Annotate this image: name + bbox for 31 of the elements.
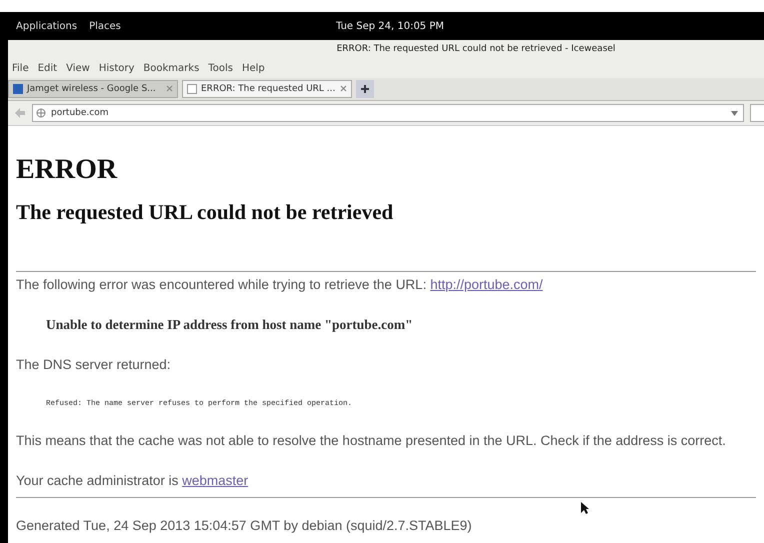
error-subheading: The requested URL could not be retrieved [16, 200, 394, 224]
explanation-text: This means that the cache was not able to resolve the hostname presented in the URL. Check if the address is correct. [16, 433, 727, 448]
tab[interactable]: Jamget wireless - Google S... [8, 80, 178, 98]
address-field[interactable]: portube.com [32, 104, 744, 122]
menu-item[interactable]: View [66, 62, 90, 74]
webmaster-link[interactable]: webmaster [182, 473, 248, 488]
error-heading: ERROR [16, 154, 118, 186]
menu-item[interactable]: Tools [208, 62, 233, 74]
search-field[interactable] [750, 104, 764, 122]
clock[interactable]: Tue Sep 24, 10:05 PM [336, 20, 444, 32]
dns-label: The DNS server returned: [16, 357, 172, 372]
plus-icon[interactable] [360, 84, 370, 94]
admin-text: Your cache administrator is webmaster [16, 473, 250, 488]
menu-item[interactable]: History [98, 62, 134, 74]
intro-text: The following error was encountered while trying to retrieve the URL: http://portube.com/ [16, 277, 544, 292]
url-link[interactable]: http://portube.com/ [430, 277, 543, 292]
menu-item[interactable]: File [12, 62, 29, 74]
menu-item[interactable]: Bookmarks [143, 62, 200, 74]
tab[interactable]: ERROR: The requested URL ... [182, 80, 352, 98]
menu-item[interactable]: Edit [38, 62, 58, 74]
back-arrow-icon[interactable] [14, 107, 26, 119]
footer-text: Generated Tue, 24 Sep 2013 15:04:57 GMT by debian (squid/2.7.STABLE9) [16, 518, 473, 533]
page-icon [13, 84, 23, 94]
page-icon [187, 84, 197, 94]
panel-menu[interactable]: Places [89, 20, 121, 32]
menu-item[interactable]: Help [242, 62, 265, 74]
window-title: ERROR: The requested URL could not be retrieved - Iceweasel [336, 44, 616, 54]
dropdown-icon[interactable] [731, 111, 738, 116]
panel-menu[interactable]: Applications [16, 20, 78, 32]
mouse-cursor-icon [581, 502, 589, 514]
error-message: Unable to determine IP address from host name "portube.com" [46, 317, 414, 332]
